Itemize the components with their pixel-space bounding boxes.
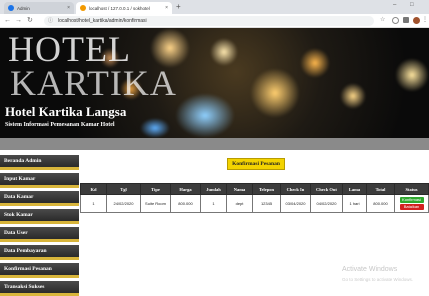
column-header: Tipe [140,183,171,195]
menu-icon[interactable]: ⋮ [422,16,429,23]
cell-tipe: Suite Room [140,194,171,213]
column-header: Jumlah [200,183,227,195]
browser-tab-admin[interactable]: Admin × [4,2,74,14]
cell-lama: 1 hari [342,194,367,213]
bokeh-light [140,118,170,138]
konfirmasi-button[interactable]: Konfirmasi [399,197,424,203]
apps-icon[interactable] [403,17,409,23]
bokeh-light [210,38,238,66]
phpmyadmin-icon [80,5,86,11]
avatar[interactable] [413,17,420,24]
sidebar-item-data-pembayaran[interactable]: Data Pembayaran [0,245,79,260]
forward-icon[interactable]: → [15,16,22,26]
bokeh-light [395,58,429,92]
browser-tab-bar: Admin × localhost / 127.0.0.1 / sokhotel… [0,0,429,14]
cell-harga: 800.000 [170,194,201,213]
table-row: 1 24/02/2020 Suite Room 800.000 1 dept 1… [80,194,429,213]
column-header: Harga [170,183,201,195]
tab-label: localhost / 127.0.0.1 / sokhotel [89,5,150,11]
sidebar-item-data-kamar[interactable]: Data Kamar [0,191,79,206]
bokeh-light [250,68,300,118]
orders-table: Kd Tgl Tipe Harga Jumlah Nama Telepon Ch… [80,183,429,213]
sidebar-item-stok-kamar[interactable]: Stok Kamar [0,209,79,224]
cell-kd: 1 [80,194,107,213]
address-bar[interactable]: ⓘ localhost/hotel_kartika/admin/konfirma… [44,16,374,26]
close-icon[interactable]: × [67,5,70,11]
bokeh-light [340,83,366,109]
cell-check-out: 04/02/2020 [310,194,343,213]
site-title: Hotel Kartika Langsa [5,104,127,119]
browser-toolbar: ← → ↻ ⓘ localhost/hotel_kartika/admin/ko… [0,14,429,28]
cell-nama: dept [226,194,253,213]
cell-total: 800.000 [366,194,395,213]
cell-telepon: 12345 [252,194,281,213]
site-subtitle: Sistem Informasi Pemesanan Kamar Hotel [5,122,115,128]
bokeh-light [300,48,330,78]
header-divider [0,138,429,150]
column-header: Status [394,183,429,195]
tab-label: Admin [17,5,30,11]
extension-icon[interactable] [392,17,399,24]
reload-icon[interactable]: ↻ [27,16,33,26]
header-banner: HOTEL KARTIKA Hotel Kartika Langsa Siste… [0,28,429,138]
globe-icon [8,5,14,11]
cell-status: Konfirmasi Batalkan [394,194,429,213]
column-header: Check In [280,183,311,195]
column-header: Nama [226,183,253,195]
cell-jumlah: 1 [200,194,227,213]
back-icon[interactable]: ← [4,16,11,26]
info-icon[interactable]: ⓘ [48,16,53,26]
column-header: Total [366,183,395,195]
konfirmasi-pesanan-button[interactable]: Konfirmasi Pesanan [227,158,285,170]
logo-word-kartika: KARTIKA [10,63,177,103]
column-header: Kd [80,183,107,195]
browser-tab-phpmyadmin[interactable]: localhost / 127.0.0.1 / sokhotel × [76,2,172,14]
bokeh-light [175,93,235,138]
minimize-button[interactable]: – [393,2,396,8]
close-icon[interactable]: × [165,5,168,11]
url-text: localhost/hotel_kartika/admin/konfirmasi [58,18,147,24]
cell-tgl: 24/02/2020 [106,194,141,213]
sidebar-item-data-user[interactable]: Data User [0,227,79,242]
column-header: Lama [342,183,367,195]
new-tab-button[interactable]: + [176,2,181,12]
column-header: Tgl [106,183,141,195]
maximize-button[interactable]: □ [410,2,414,8]
column-header: Telepon [252,183,281,195]
sidebar: Beranda Admin Input Kamar Data Kamar Sto… [0,150,79,296]
sidebar-item-input-kamar[interactable]: Input Kamar [0,173,79,188]
sidebar-item-konfirmasi-pesanan[interactable]: Konfirmasi Pesanan [0,263,79,278]
table-header-row: Kd Tgl Tipe Harga Jumlah Nama Telepon Ch… [80,183,429,195]
activate-windows-subtitle: Go to Settings to activate Windows. [342,277,414,282]
activate-windows-title: Activate Windows [342,266,398,273]
star-icon[interactable]: ☆ [380,16,387,23]
batalkan-button[interactable]: Batalkan [399,204,424,210]
column-header: Check Out [310,183,343,195]
sidebar-item-beranda-admin[interactable]: Beranda Admin [0,155,79,170]
cell-check-in: 03/04/2020 [280,194,311,213]
